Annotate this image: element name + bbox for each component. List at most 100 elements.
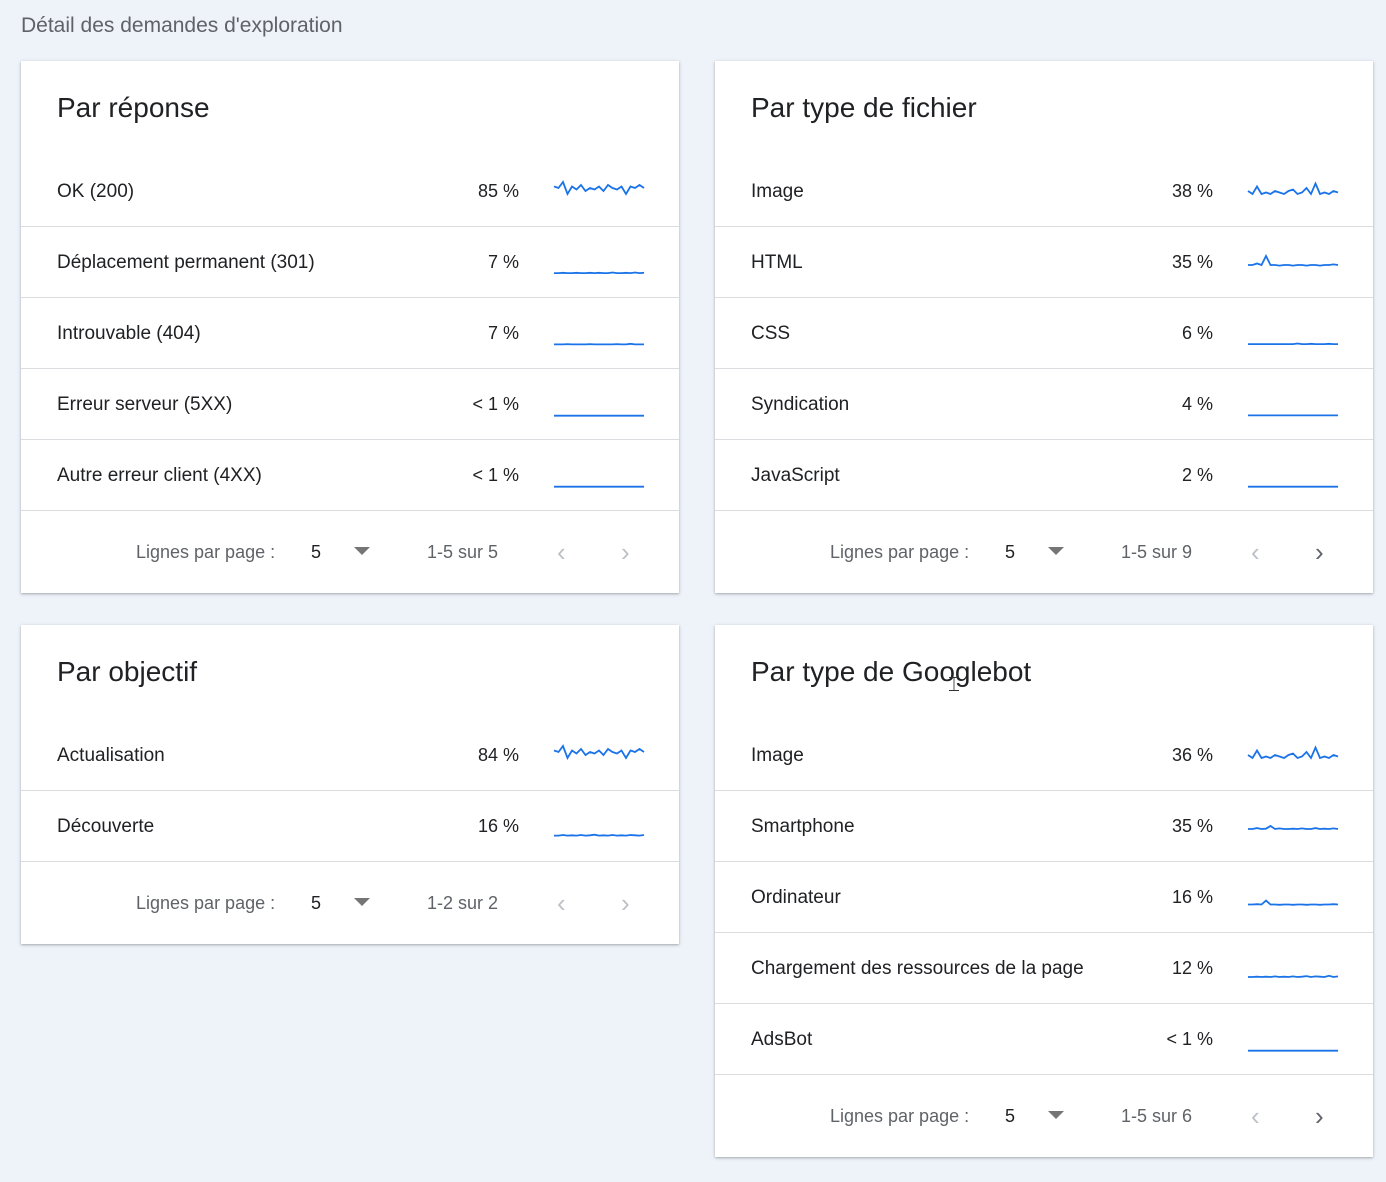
rows-per-page-label: Lignes par page : [136, 542, 276, 562]
chevron-down-icon[interactable] [354, 898, 370, 906]
sparkline-chart [554, 342, 644, 346]
row-percentage: 16 % [1171, 887, 1213, 907]
row-label: Déplacement permanent (301) [57, 252, 315, 273]
pagination-range: 1-5 sur 5 [427, 542, 499, 562]
row-percentage: 7 % [487, 252, 519, 272]
row-percentage: 7 % [487, 323, 519, 343]
pagination-footer: Lignes par page : 5 1-5 sur 5 ‹ › [21, 511, 679, 593]
row-label: OK (200) [57, 181, 135, 202]
row-percentage: < 1 % [472, 465, 519, 485]
sparkline-line [554, 833, 645, 837]
breakdown-row[interactable]: AdsBot < 1 % [715, 1004, 1373, 1075]
sparkline-chart [1248, 899, 1339, 906]
sparkline-chart [1248, 1049, 1338, 1052]
sparkline-chart [553, 744, 645, 761]
sparkline-chart [1248, 342, 1338, 345]
pagination-footer: Lignes par page : 5 1-5 sur 9 ‹ › [715, 511, 1373, 593]
breakdown-row[interactable]: Smartphone 35 % [715, 791, 1373, 862]
breakdown-row[interactable]: Chargement des ressources de la page 12 % [715, 933, 1373, 1004]
sparkline-chart [554, 271, 645, 275]
pagination-range: 1-2 sur 2 [427, 893, 499, 913]
sparkline-line [1247, 181, 1339, 196]
chevron-right-icon[interactable]: › [621, 862, 630, 944]
chevron-right-icon[interactable]: › [1315, 511, 1324, 593]
rows-per-page-select[interactable]: 5 [1005, 511, 1015, 593]
chevron-left-icon[interactable]: ‹ [1251, 1075, 1260, 1157]
chevron-down-icon[interactable] [1048, 547, 1064, 555]
row-percentage: 6 % [1181, 323, 1213, 343]
row-label: HTML [751, 252, 803, 273]
chevron-left-icon[interactable]: ‹ [557, 862, 566, 944]
row-percentage: 12 % [1171, 958, 1213, 978]
rows-per-page-label: Lignes par page : [830, 542, 970, 562]
chevron-down-icon[interactable] [1048, 1111, 1064, 1119]
sparkline-chart [1248, 974, 1339, 978]
row-percentage: 4 % [1181, 394, 1213, 414]
breakdown-list: OK (200) 85 % Déplacement permanent (301) 7… [21, 156, 679, 511]
row-percentage: 85 % [477, 181, 519, 201]
sparkline-chart [554, 833, 645, 837]
row-label: AdsBot [751, 1029, 813, 1050]
breakdown-row[interactable]: Introuvable (404) 7 % [21, 298, 679, 369]
row-label: Découverte [57, 816, 155, 837]
pagination-footer: Lignes par page : 5 1-5 sur 6 ‹ › [715, 1075, 1373, 1157]
breakdown-row[interactable]: OK (200) 85 % [21, 156, 679, 227]
rows-per-page-label: Lignes par page : [830, 1106, 970, 1126]
rows-per-page-select[interactable]: 5 [311, 511, 321, 593]
row-percentage: 35 % [1171, 816, 1213, 836]
row-label: Ordinateur [751, 887, 841, 908]
breakdown-row[interactable]: JavaScript 2 % [715, 440, 1373, 511]
row-label: Image [751, 181, 804, 202]
row-percentage: 2 % [1181, 465, 1213, 485]
breakdown-row[interactable]: Image 36 % [715, 720, 1373, 791]
pagination-range: 1-5 sur 6 [1121, 1106, 1193, 1126]
sparkline-chart [1248, 253, 1339, 267]
sparkline-line [1248, 253, 1339, 267]
breakdown-card: Par réponse OK (200) 85 % Déplacement perma… [21, 61, 679, 593]
sparkline-line [554, 342, 644, 346]
row-percentage: 36 % [1171, 745, 1213, 765]
breakdown-row[interactable]: Ordinateur 16 % [715, 862, 1373, 933]
text-cursor-icon: ⌶ [948, 674, 960, 696]
sparkline-chart [1247, 181, 1339, 196]
breakdown-row[interactable]: CSS 6 % [715, 298, 1373, 369]
sparkline-chart [1248, 414, 1338, 417]
breakdown-row[interactable]: Déplacement permanent (301) 7 % [21, 227, 679, 298]
breakdown-row[interactable]: Découverte 16 % [21, 791, 679, 862]
chevron-right-icon[interactable]: › [621, 511, 630, 593]
breakdown-row[interactable]: Erreur serveur (5XX) < 1 % [21, 369, 679, 440]
breakdown-row[interactable]: Autre erreur client (4XX) < 1 % [21, 440, 679, 511]
row-label: Smartphone [751, 816, 855, 837]
rows-per-page-label: Lignes par page : [136, 893, 276, 913]
sparkline-chart [554, 485, 644, 488]
sparkline-chart [1248, 485, 1338, 488]
breakdown-row[interactable]: Actualisation 84 % [21, 720, 679, 791]
row-percentage: 84 % [477, 745, 519, 765]
breakdown-row[interactable]: Syndication 4 % [715, 369, 1373, 440]
rows-per-page-select[interactable]: 5 [311, 862, 321, 944]
row-percentage: 38 % [1171, 181, 1213, 201]
breakdown-card: Par type de Googlebot Image 36 % Smartphone… [715, 625, 1373, 1157]
sparkline-line [1248, 824, 1339, 830]
sparkline-line [1248, 899, 1339, 906]
sparkline-line [554, 271, 645, 275]
sparkline-line [553, 180, 645, 197]
chevron-left-icon[interactable]: ‹ [557, 511, 566, 593]
sparkline-chart [553, 180, 645, 197]
breakdown-card: Par type de fichier Image 38 % HTML 35 % CSS 6… [715, 61, 1373, 593]
chevron-down-icon[interactable] [354, 547, 370, 555]
sparkline-chart [1248, 824, 1339, 830]
row-percentage: < 1 % [1166, 1029, 1213, 1049]
pagination-range: 1-5 sur 9 [1121, 542, 1193, 562]
chevron-right-icon[interactable]: › [1315, 1075, 1324, 1157]
chevron-left-icon[interactable]: ‹ [1251, 511, 1260, 593]
rows-per-page-select[interactable]: 5 [1005, 1075, 1015, 1157]
row-percentage: < 1 % [472, 394, 519, 414]
sparkline-line [1248, 974, 1339, 978]
row-label: Erreur serveur (5XX) [57, 394, 233, 415]
row-label: Actualisation [57, 745, 165, 766]
pagination-footer: Lignes par page : 5 1-2 sur 2 ‹ › [21, 862, 679, 944]
row-percentage: 35 % [1171, 252, 1213, 272]
breakdown-row[interactable]: Image 38 % [715, 156, 1373, 227]
breakdown-row[interactable]: HTML 35 % [715, 227, 1373, 298]
